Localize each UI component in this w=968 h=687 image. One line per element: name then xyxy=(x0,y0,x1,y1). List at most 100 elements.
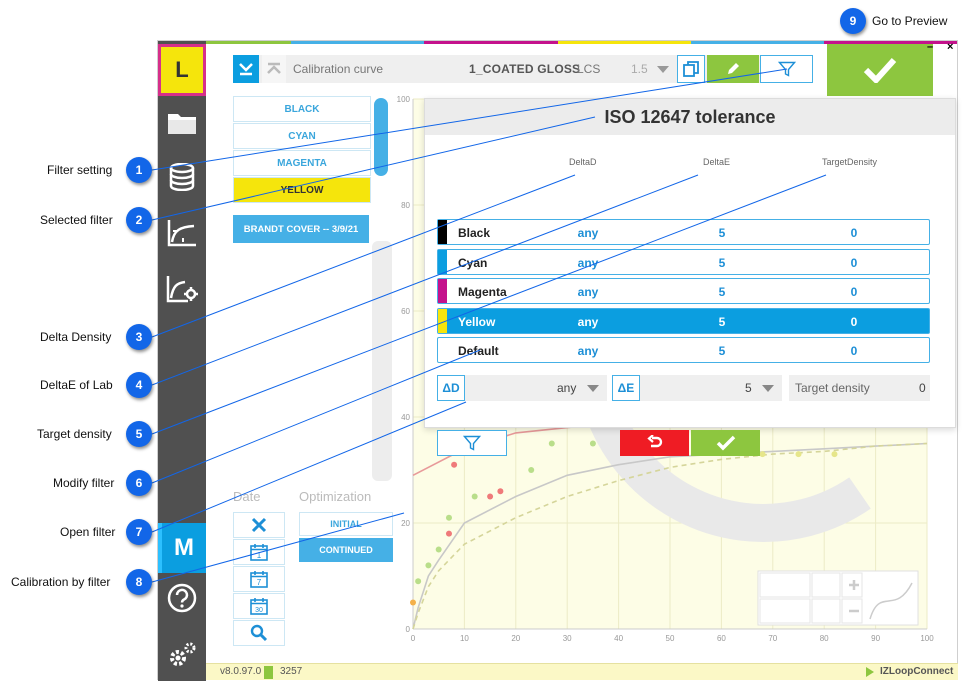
data-point xyxy=(497,488,504,495)
dialog-title: ISO 12647 tolerance xyxy=(425,99,955,135)
clear-date-button[interactable] xyxy=(233,512,285,538)
connect-text[interactable]: IZLoopConnect xyxy=(880,666,953,677)
color-list-scrollbar[interactable] xyxy=(374,98,388,176)
job-list-scrollbar[interactable] xyxy=(372,241,392,481)
iso-tolerance-dialog: ISO 12647 tolerance DeltaD DeltaE Target… xyxy=(424,98,956,456)
optimization-title: Optimization xyxy=(299,489,372,504)
continued-button[interactable]: CONTINUED xyxy=(299,538,393,562)
search-date-button[interactable] xyxy=(233,620,285,646)
tolerance-row-yellow[interactable]: Yellow any 5 0 xyxy=(437,307,930,334)
go-to-preview-button[interactable] xyxy=(827,44,933,96)
job-item[interactable]: BRANDT COVER -- 3/9/21 xyxy=(233,215,369,243)
target-density-label: Target density xyxy=(795,381,870,395)
data-point xyxy=(445,530,452,537)
color-item-yellow[interactable]: YELLOW xyxy=(233,177,371,203)
annotation-badge-2: 2 xyxy=(126,207,152,233)
data-point xyxy=(415,578,422,585)
main-navigation: L M xyxy=(158,41,206,681)
deltad-caret-icon[interactable] xyxy=(587,385,599,392)
data-point xyxy=(795,451,802,458)
row-deltad-value: any xyxy=(577,314,599,329)
folder-icon[interactable] xyxy=(164,105,200,141)
color-list: BLACK CYAN MAGENTA YELLOW xyxy=(233,96,371,204)
y-tick-label: 80 xyxy=(401,201,410,210)
undo-button[interactable] xyxy=(620,430,689,456)
status-bar: v8.0.97.0 3257 IZLoopConnect xyxy=(206,663,958,680)
calendar-1-text: 1 xyxy=(257,551,262,560)
download-button[interactable] xyxy=(233,55,259,83)
calendar-30-text: 30 xyxy=(255,607,263,614)
x-tick-label: 0 xyxy=(411,634,416,643)
deltad-field[interactable]: ΔD any xyxy=(437,375,607,401)
deltae-caret-icon[interactable] xyxy=(762,385,774,392)
data-point xyxy=(451,461,458,468)
delta-density-icon: ΔD xyxy=(437,375,465,401)
x-tick-label: 30 xyxy=(563,634,572,643)
target-density-field[interactable]: Target density 0 xyxy=(789,375,930,401)
target-density-value[interactable]: 0 xyxy=(919,381,926,395)
row-target-value: 0 xyxy=(850,255,858,270)
color-swatch xyxy=(438,249,447,274)
y-tick-label: 100 xyxy=(397,95,411,104)
row-target-value: 0 xyxy=(850,344,858,358)
annotation-badge-1: 1 xyxy=(126,157,152,183)
close-window-button[interactable]: × xyxy=(947,41,953,53)
row-name: Magenta xyxy=(458,285,507,299)
version-text: v8.0.97.0 xyxy=(220,666,262,677)
initial-button[interactable]: INITIAL xyxy=(299,512,393,536)
annotation-label-8: Calibration by filter xyxy=(11,575,111,589)
data-point xyxy=(445,514,452,521)
deltae-field[interactable]: ΔE 5 xyxy=(612,375,782,401)
color-item-black[interactable]: BLACK xyxy=(233,96,371,122)
row-name: Default xyxy=(458,344,499,358)
x-tick-label: 80 xyxy=(820,634,829,643)
tolerance-row-default[interactable]: Default any 5 0 xyxy=(437,337,930,363)
deltad-value[interactable]: any xyxy=(557,381,576,395)
tolerance-row-magenta[interactable]: Magenta any 5 0 xyxy=(437,278,930,304)
curve-settings-icon[interactable] xyxy=(164,271,200,307)
annotation-badge-3: 3 xyxy=(126,324,152,350)
x-tick-label: 40 xyxy=(614,634,623,643)
minimize-button[interactable]: – xyxy=(927,41,933,53)
mode-m-button[interactable]: M xyxy=(158,523,206,573)
chart-tool-panel xyxy=(757,570,919,626)
color-swatch xyxy=(438,220,447,244)
color-item-cyan[interactable]: CYAN xyxy=(233,123,371,149)
date-filter-column: 1 7 30 xyxy=(233,512,285,647)
annotation-label-7: Open filter xyxy=(60,525,116,539)
column-header-deltae: DeltaE xyxy=(703,157,731,167)
color-item-magenta[interactable]: MAGENTA xyxy=(233,150,371,176)
column-header-deltad: DeltaD xyxy=(569,157,597,167)
annotation-label-1: Filter setting xyxy=(47,163,113,177)
database-icon[interactable] xyxy=(164,159,200,195)
row-deltad-value: any xyxy=(577,255,599,270)
color-swatch xyxy=(438,279,447,303)
lcs-value[interactable]: 1.5 xyxy=(631,62,648,76)
data-point xyxy=(589,440,596,447)
tolerance-row-cyan[interactable]: Cyan any 5 0 xyxy=(437,248,930,275)
tolerance-row-black[interactable]: Black any 5 0 xyxy=(437,219,930,245)
date-1-day-button[interactable]: 1 xyxy=(233,539,285,565)
annotation-label-6: Modify filter xyxy=(53,476,115,490)
upload-button[interactable] xyxy=(262,55,286,83)
annotation-badge-5: 5 xyxy=(126,421,152,447)
copy-button[interactable] xyxy=(677,55,705,83)
app-logo[interactable]: L xyxy=(158,44,206,96)
date-7-day-button[interactable]: 7 xyxy=(233,566,285,592)
help-icon[interactable] xyxy=(164,581,200,617)
edit-button[interactable] xyxy=(707,55,759,83)
deltae-value[interactable]: 5 xyxy=(745,381,752,395)
delta-e-icon: ΔE xyxy=(612,375,640,401)
date-30-day-button[interactable]: 30 xyxy=(233,593,285,619)
column-header-targetdensity: TargetDensity xyxy=(822,157,878,167)
filter-setting-button[interactable] xyxy=(760,55,813,83)
apply-button[interactable] xyxy=(691,430,760,456)
annotation-badge-8: 8 xyxy=(126,569,152,595)
calibration-curve-icon[interactable] xyxy=(164,215,200,251)
lcs-caret-icon[interactable] xyxy=(657,66,669,73)
data-point xyxy=(831,451,838,458)
open-filter-button[interactable] xyxy=(437,430,507,456)
data-point xyxy=(487,493,494,500)
row-target-value: 0 xyxy=(850,285,858,299)
settings-icon[interactable] xyxy=(164,637,200,673)
